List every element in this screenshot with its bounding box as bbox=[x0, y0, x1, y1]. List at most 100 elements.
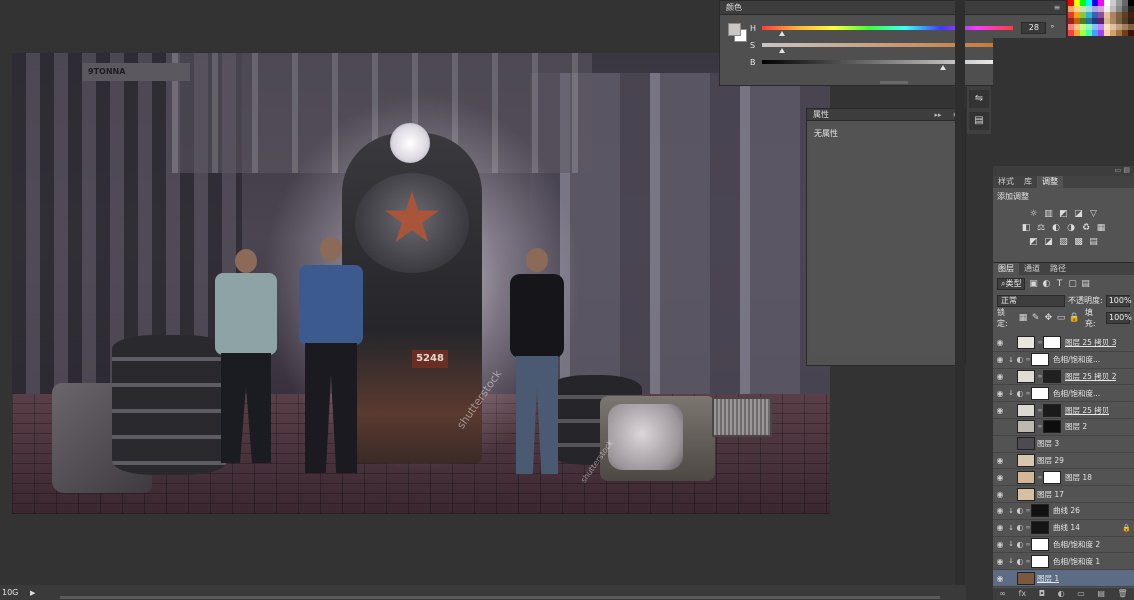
foreground-color-swatch[interactable] bbox=[728, 23, 741, 36]
adjustment-icon[interactable]: ◐ bbox=[1051, 223, 1062, 233]
layer-name[interactable]: 图层 18 bbox=[1065, 472, 1092, 483]
layer-name[interactable]: 图层 25 拷贝 3 bbox=[1065, 337, 1116, 348]
adjustment-icon[interactable]: ▦ bbox=[1096, 223, 1107, 233]
layer-mask-thumbnail[interactable] bbox=[1031, 386, 1049, 400]
layer-name[interactable]: 色相/饱和度... bbox=[1053, 354, 1100, 365]
layer-name[interactable]: 色相/饱和度... bbox=[1053, 388, 1100, 399]
layer-thumbnail[interactable] bbox=[1017, 403, 1035, 417]
dock-collapse-icon[interactable]: ▭ ▤ bbox=[1115, 166, 1130, 174]
visibility-eye-icon[interactable]: ◉ bbox=[993, 439, 1007, 448]
filter-adjust-icon[interactable]: ◐ bbox=[1041, 279, 1051, 289]
adjustment-icon[interactable]: ⚖ bbox=[1036, 223, 1047, 233]
hue-slider-thumb[interactable] bbox=[778, 31, 785, 36]
layer-row[interactable]: ◉ 图层 17 bbox=[993, 486, 1134, 503]
layer-row[interactable]: ◉ ↓ ◐ ∞ 曲线 14 🔒 bbox=[993, 520, 1134, 537]
new-layer-icon[interactable]: ▤ bbox=[1097, 588, 1105, 600]
collapse-arrows-icon[interactable]: ▸▸ bbox=[929, 111, 947, 119]
delete-layer-icon[interactable]: 🗑 bbox=[1118, 588, 1128, 600]
layer-mask-thumbnail[interactable] bbox=[1043, 420, 1061, 434]
color-panel-title[interactable]: 颜色 bbox=[726, 2, 742, 13]
layer-name[interactable]: 曲线 14 bbox=[1053, 522, 1080, 533]
visibility-eye-icon[interactable]: ◉ bbox=[993, 422, 1007, 431]
layers-tab-0[interactable]: 图层 bbox=[993, 263, 1019, 275]
visibility-eye-icon[interactable]: ◉ bbox=[993, 372, 1007, 381]
layer-row[interactable]: ◉ ∞ 图层 18 bbox=[993, 469, 1134, 487]
adjustment-icon[interactable]: ▤ bbox=[1088, 237, 1099, 247]
layers-tab-2[interactable]: 路径 bbox=[1045, 263, 1071, 275]
layer-name[interactable]: 图层 25 拷贝 2 bbox=[1065, 371, 1116, 382]
lock-all-icon[interactable]: 🔒 bbox=[1069, 313, 1080, 323]
canvas-vertical-scrollbar[interactable] bbox=[955, 0, 965, 585]
layer-name[interactable]: 图层 2 bbox=[1065, 421, 1087, 432]
visibility-eye-icon[interactable]: ◉ bbox=[993, 456, 1007, 465]
visibility-eye-icon[interactable]: ◉ bbox=[993, 490, 1007, 499]
canvas-horizontal-scrollbar[interactable] bbox=[60, 596, 940, 599]
layer-row[interactable]: ◉ ∞ 图层 25 拷贝 2 bbox=[993, 369, 1134, 386]
hue-slider[interactable] bbox=[761, 26, 1014, 36]
layer-row[interactable]: ◉ ∞ 图层 25 拷贝 3 bbox=[993, 335, 1134, 352]
adjustment-icon[interactable]: ◪ bbox=[1073, 209, 1084, 219]
filter-smart-icon[interactable]: ▤ bbox=[1080, 279, 1090, 289]
lock-position-icon[interactable]: ✥ bbox=[1044, 313, 1054, 323]
visibility-eye-icon[interactable]: ◉ bbox=[993, 540, 1007, 549]
layer-thumbnail[interactable] bbox=[1017, 453, 1035, 467]
new-adjustment-icon[interactable]: ◐ bbox=[1058, 588, 1065, 600]
adjustment-icon[interactable]: ◩ bbox=[1028, 237, 1039, 247]
layer-mask-thumbnail[interactable] bbox=[1043, 470, 1061, 484]
adjustment-layer-icon[interactable]: ◐ bbox=[1015, 355, 1025, 364]
layer-row[interactable]: ◉∞图层 2 bbox=[993, 419, 1134, 436]
adjustment-icon[interactable]: ◪ bbox=[1043, 237, 1054, 247]
layer-mask-thumbnail[interactable] bbox=[1031, 353, 1049, 367]
adjustment-icon[interactable]: ◩ bbox=[1058, 209, 1069, 219]
layer-row[interactable]: ◉ ↓ ◐ ∞ 色相/饱和度... bbox=[993, 385, 1134, 403]
document-canvas[interactable]: 9TONNA 5248 shutterstock shutterstock bbox=[12, 53, 830, 514]
layer-name[interactable]: 色相/饱和度 2 bbox=[1053, 539, 1100, 550]
opacity-field[interactable]: 100% bbox=[1105, 294, 1132, 307]
layer-row[interactable]: ◉ 图层 3 bbox=[993, 436, 1134, 453]
layer-mask-thumbnail[interactable] bbox=[1031, 537, 1049, 551]
layer-thumbnail[interactable] bbox=[1017, 369, 1035, 383]
adjustment-layer-icon[interactable]: ◐ bbox=[1015, 523, 1025, 532]
properties-icon[interactable]: ▤ bbox=[969, 112, 989, 130]
layer-name[interactable]: 曲线 26 bbox=[1053, 505, 1080, 516]
adjustment-layer-icon[interactable]: ◐ bbox=[1015, 540, 1025, 549]
adjust-sliders-icon[interactable]: ⇋ bbox=[969, 90, 989, 108]
layer-thumbnail[interactable] bbox=[1017, 571, 1035, 585]
lock-transparent-icon[interactable]: ▦ bbox=[1018, 313, 1028, 323]
panel-menu-icon[interactable]: ≡ bbox=[1048, 3, 1066, 12]
layer-row[interactable]: ◉ ↓ ◐ ∞ 曲线 26 bbox=[993, 503, 1134, 520]
visibility-eye-icon[interactable]: ◉ bbox=[993, 355, 1007, 364]
adjust-tab-2[interactable]: 调整 bbox=[1037, 176, 1063, 188]
layer-name[interactable]: 图层 1 bbox=[1037, 573, 1059, 584]
layer-mask-thumbnail[interactable] bbox=[1043, 336, 1061, 350]
adjustment-icon[interactable]: ◧ bbox=[1021, 223, 1032, 233]
layer-row[interactable]: ◉ 图层 1 bbox=[993, 570, 1134, 587]
layer-row[interactable]: ◉ ↓ ◐ ∞ 色相/饱和度... bbox=[993, 352, 1134, 369]
visibility-eye-icon[interactable]: ◉ bbox=[993, 574, 1007, 583]
layer-name[interactable]: 图层 25 拷贝 bbox=[1065, 405, 1109, 416]
new-group-icon[interactable]: ▭ bbox=[1077, 588, 1085, 600]
layer-mask-thumbnail[interactable] bbox=[1043, 369, 1061, 383]
layer-thumbnail[interactable] bbox=[1017, 470, 1035, 484]
layer-mask-thumbnail[interactable] bbox=[1031, 554, 1049, 568]
layer-row[interactable]: ◉ ↓ ◐ ∞ 色相/饱和度 2 bbox=[993, 537, 1134, 554]
visibility-eye-icon[interactable]: ◉ bbox=[993, 389, 1007, 398]
filter-pixel-icon[interactable]: ▣ bbox=[1028, 279, 1038, 289]
layer-mask-thumbnail[interactable] bbox=[1031, 504, 1049, 518]
layer-name[interactable]: 色相/饱和度 1 bbox=[1053, 556, 1100, 567]
adjustment-icon[interactable]: ▥ bbox=[1043, 209, 1054, 219]
fill-field[interactable]: 100% bbox=[1106, 311, 1132, 324]
lock-image-icon[interactable]: ✎ bbox=[1031, 313, 1041, 323]
visibility-eye-icon[interactable]: ◉ bbox=[993, 473, 1007, 482]
swatches-panel[interactable] bbox=[1068, 0, 1134, 38]
layer-name[interactable]: 图层 17 bbox=[1037, 489, 1064, 500]
link-layers-icon[interactable]: ∞ bbox=[999, 588, 1006, 600]
status-menu-arrow-icon[interactable]: ▶ bbox=[30, 589, 44, 597]
layer-thumbnail[interactable] bbox=[1017, 336, 1035, 350]
saturation-slider[interactable] bbox=[761, 43, 1014, 53]
color-swatch[interactable] bbox=[1128, 30, 1134, 36]
adjustment-icon[interactable]: ▨ bbox=[1058, 237, 1069, 247]
adjustment-layer-icon[interactable]: ◐ bbox=[1015, 557, 1025, 566]
hue-value-field[interactable]: 28 bbox=[1021, 22, 1047, 34]
adjustment-icon[interactable]: ▽ bbox=[1088, 209, 1099, 219]
